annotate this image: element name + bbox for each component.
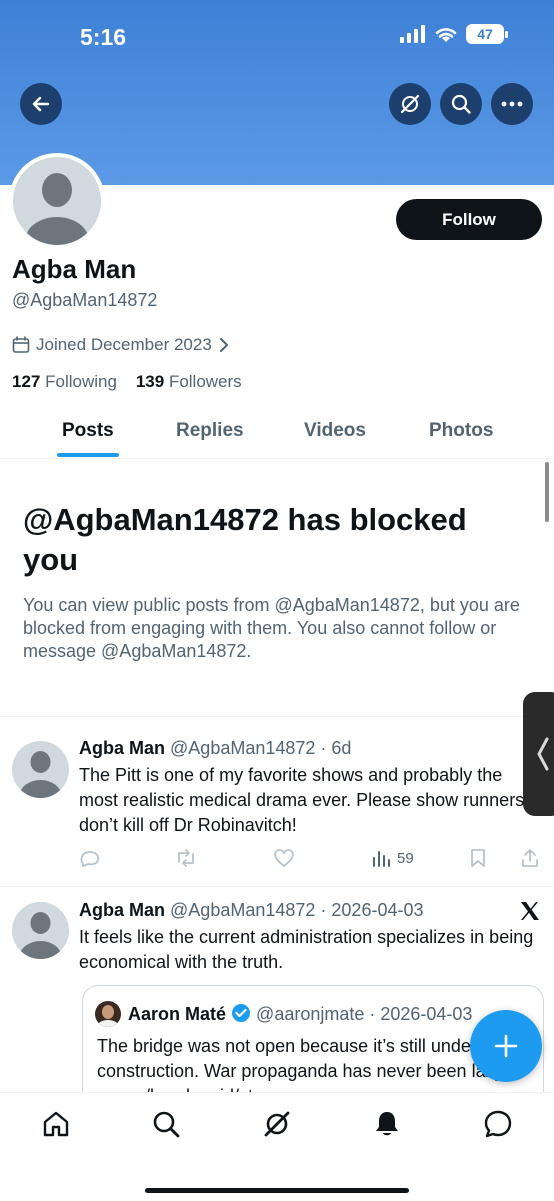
bell-icon xyxy=(376,1112,398,1136)
like-button[interactable] xyxy=(273,848,295,868)
battery-indicator: 47 xyxy=(466,24,508,44)
repost-button[interactable] xyxy=(175,848,197,868)
profile-avatar[interactable] xyxy=(9,153,105,249)
search-button[interactable] xyxy=(440,83,482,125)
grok-icon xyxy=(400,94,420,114)
post-author-meta: @AgbaMan14872 · 6d xyxy=(170,738,352,758)
share-button[interactable] xyxy=(520,848,540,868)
followers-link[interactable]: 139 Followers xyxy=(136,372,242,391)
post-avatar[interactable] xyxy=(12,741,69,798)
tab-videos[interactable]: Videos xyxy=(304,420,366,442)
chevron-left-icon xyxy=(537,737,549,771)
compose-button[interactable] xyxy=(470,1010,542,1082)
nav-notifications[interactable] xyxy=(372,1109,402,1139)
more-button[interactable] xyxy=(491,83,533,125)
bookmark-button[interactable] xyxy=(469,848,487,868)
profile-name: Agba Man xyxy=(12,254,137,284)
home-icon xyxy=(43,1111,69,1137)
post-author-name[interactable]: Agba Man xyxy=(79,900,165,920)
signal-icon xyxy=(400,25,425,43)
post-text[interactable]: It feels like the current administration… xyxy=(79,925,539,975)
heart-icon xyxy=(274,849,294,868)
views-count: 59 xyxy=(397,849,414,867)
plus-icon xyxy=(494,1034,518,1058)
status-time: 5:16 xyxy=(80,24,127,50)
status-icons: 47 xyxy=(400,24,508,44)
grok-button[interactable] xyxy=(389,83,431,125)
follow-button[interactable]: Follow xyxy=(396,199,542,240)
following-link[interactable]: 127 Following xyxy=(12,372,117,391)
post-actions: 59 xyxy=(79,846,539,870)
nav-messages[interactable] xyxy=(483,1109,513,1139)
blocked-description: You can view public posts from @AgbaMan1… xyxy=(23,595,520,661)
share-icon xyxy=(522,849,538,867)
back-button[interactable] xyxy=(20,83,62,125)
default-avatar-icon xyxy=(25,173,89,245)
following-label: Following xyxy=(45,372,117,391)
following-count: 127 xyxy=(12,372,41,391)
followers-label: Followers xyxy=(168,372,242,391)
tab-posts[interactable]: Posts xyxy=(62,420,114,442)
followers-count: 139 xyxy=(135,372,165,391)
nav-search[interactable] xyxy=(151,1109,181,1139)
tab-replies[interactable]: Replies xyxy=(176,420,244,442)
post-author-name[interactable]: Agba Man xyxy=(79,738,165,758)
quote-avatar xyxy=(95,1001,121,1027)
quote-author-meta: @aaronjmate · 2026-04-03 xyxy=(256,1004,473,1024)
side-panel-handle[interactable] xyxy=(523,692,554,816)
post-avatar[interactable] xyxy=(12,902,69,959)
reply-button[interactable] xyxy=(79,848,101,868)
nav-home[interactable] xyxy=(41,1109,71,1139)
grok-icon xyxy=(264,1111,290,1137)
chevron-right-icon xyxy=(219,338,228,352)
quote-header: Aaron Maté @aaronjmate · 2026-04-03 xyxy=(128,1003,472,1025)
default-avatar-icon xyxy=(19,751,62,798)
arrow-left-icon xyxy=(32,96,50,112)
search-icon xyxy=(451,94,471,114)
wifi-icon xyxy=(435,28,457,42)
divider xyxy=(0,716,554,717)
views-button[interactable]: 59 xyxy=(371,848,414,868)
joined-date[interactable]: Joined December 2023 xyxy=(12,335,230,355)
repost-icon xyxy=(178,849,194,867)
default-avatar-icon xyxy=(19,912,62,959)
post-author-meta: @AgbaMan14872 · 2026-04-03 xyxy=(170,900,424,920)
chat-bubble-icon xyxy=(484,1110,512,1138)
divider xyxy=(0,886,554,887)
quote-author-name: Aaron Maté xyxy=(128,1004,227,1024)
post-text[interactable]: The Pitt is one of my favorite shows and… xyxy=(79,763,539,838)
tab-photos[interactable]: Photos xyxy=(429,420,493,442)
follow-counts: 127 Following 139 Followers xyxy=(12,372,242,392)
scrollbar[interactable] xyxy=(545,462,549,522)
views-chart-icon xyxy=(373,851,390,867)
x-logo-icon xyxy=(521,902,539,920)
bookmark-icon xyxy=(471,849,485,867)
bottom-navigation xyxy=(0,1092,554,1201)
profile-tabs: Posts Replies Videos Photos xyxy=(0,410,554,459)
profile-handle: @AgbaMan14872 xyxy=(12,290,158,310)
post-header: Agba Man @AgbaMan14872 · 2026-04-03 xyxy=(79,900,423,921)
calendar-icon xyxy=(12,336,30,353)
home-indicator[interactable] xyxy=(145,1188,409,1193)
active-tab-indicator xyxy=(57,453,119,457)
joined-text: Joined December 2023 xyxy=(36,335,212,354)
more-dots-icon xyxy=(501,101,523,107)
person-photo-icon xyxy=(97,1005,119,1027)
nav-grok[interactable] xyxy=(262,1109,292,1139)
reply-icon xyxy=(80,851,100,867)
verified-badge-icon xyxy=(232,1004,251,1022)
blocked-title: @AgbaMan14872 has blocked you xyxy=(23,502,467,577)
post-header: Agba Man @AgbaMan14872 · 6d xyxy=(79,738,351,759)
search-icon xyxy=(153,1111,180,1138)
